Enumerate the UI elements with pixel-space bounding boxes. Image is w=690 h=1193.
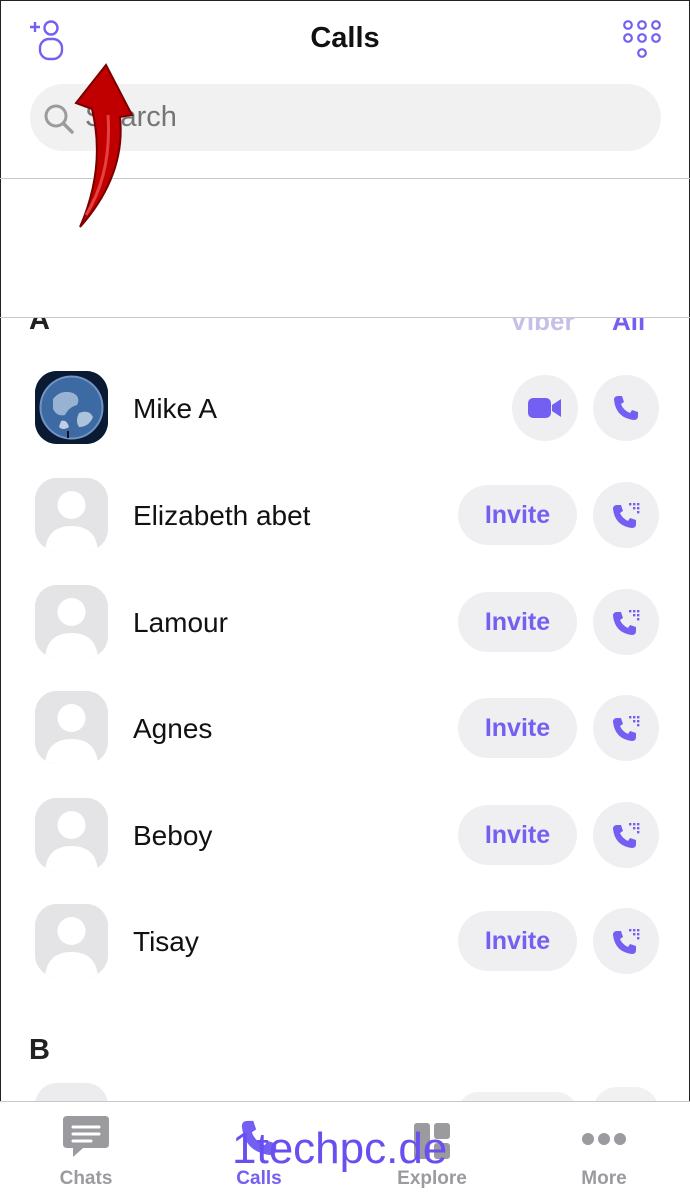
avatar: [35, 691, 108, 764]
avatar: [35, 798, 108, 871]
avatar: [35, 585, 108, 658]
viber-out-call-button[interactable]: [593, 908, 659, 974]
avatar: [35, 478, 108, 551]
filter-viber[interactable]: Viber: [510, 318, 575, 336]
phone-out-icon: [613, 503, 640, 528]
contact-row[interactable]: Agnes Invite: [0, 691, 690, 797]
divider: [0, 178, 690, 179]
watermark: 1techpc.de: [232, 1124, 448, 1173]
contact-row[interactable]: Elizabeth abet Invite: [0, 478, 690, 584]
tab-label: More: [581, 1168, 627, 1189]
phone-out-icon: [613, 929, 640, 954]
more-dots-icon: [581, 1132, 627, 1151]
audio-call-button[interactable]: [593, 375, 659, 441]
keypad-icon[interactable]: [622, 20, 664, 62]
search-input[interactable]: [85, 84, 645, 151]
viber-out-call-button[interactable]: [593, 482, 659, 548]
invite-button[interactable]: Invite: [458, 698, 577, 758]
invite-button[interactable]: Invite: [458, 592, 577, 652]
chat-bubble-icon: [61, 1114, 111, 1165]
video-call-button[interactable]: [512, 375, 578, 441]
invite-button[interactable]: Invite: [458, 911, 577, 971]
contact-name: Beboy: [133, 820, 213, 851]
section-header-a: A Viber All: [0, 318, 690, 336]
tab-more[interactable]: More: [529, 1102, 679, 1193]
contact-row[interactable]: Beboy Invite: [0, 798, 690, 904]
viber-out-call-button[interactable]: [593, 802, 659, 868]
page-title: Calls: [310, 22, 380, 54]
avatar: [35, 904, 108, 977]
phone-out-icon: [613, 823, 640, 848]
contact-name: Tisay: [133, 926, 199, 957]
phone-out-icon: [613, 716, 640, 741]
contact-name: Elizabeth abet: [133, 500, 311, 531]
contact-row[interactable]: Lamour Invite: [0, 585, 690, 691]
video-camera-icon: [528, 398, 561, 418]
section-letter: A: [29, 318, 50, 336]
section-letter: B: [29, 1034, 50, 1066]
viber-out-call-button[interactable]: [593, 589, 659, 655]
viber-out-call-button[interactable]: [593, 695, 659, 761]
filter-all[interactable]: All: [612, 318, 645, 336]
avatar: [35, 371, 108, 444]
contact-name: Agnes: [133, 713, 213, 744]
contact-name: Mike A: [133, 393, 218, 424]
contact-row[interactable]: Mike A: [0, 371, 690, 477]
search-icon: [43, 103, 75, 135]
invite-button[interactable]: Invite: [458, 485, 577, 545]
phone-icon: [614, 396, 638, 420]
tab-chats[interactable]: Chats: [11, 1102, 161, 1193]
tab-label: Chats: [59, 1168, 113, 1189]
phone-out-icon: [613, 610, 640, 635]
invite-button[interactable]: Invite: [458, 805, 577, 865]
contact-name: Lamour: [133, 607, 228, 638]
search-bar[interactable]: [30, 84, 661, 151]
contact-row[interactable]: Tisay Invite: [0, 904, 690, 1010]
